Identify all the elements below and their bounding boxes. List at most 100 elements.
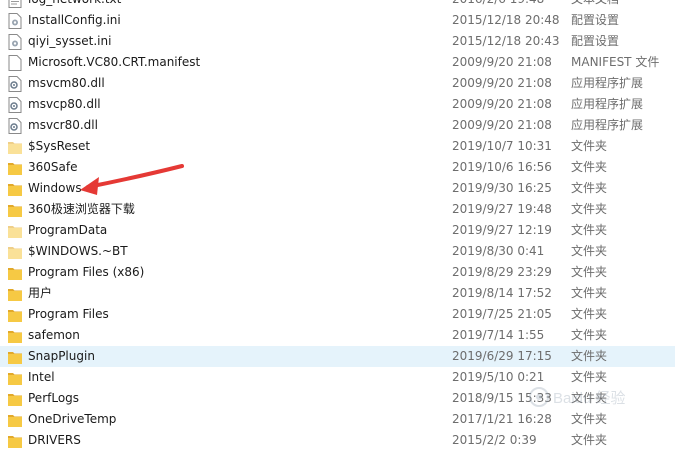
file-type: 文件夹 bbox=[571, 286, 608, 300]
file-date-modified: 2019/10/6 16:56 bbox=[452, 160, 552, 174]
file-date-modified: 2009/9/20 21:08 bbox=[452, 76, 552, 90]
file-row[interactable]: log_network.txt 2016/2/6 19:48 文本文档 bbox=[0, 0, 675, 10]
file-row[interactable]: safemon 2019/7/14 1:55 文件夹 bbox=[0, 325, 675, 346]
file-date-modified: 2019/10/7 10:31 bbox=[452, 139, 552, 153]
file-type: 文件夹 bbox=[571, 139, 608, 153]
file-name: safemon bbox=[28, 328, 80, 342]
file-name: InstallConfig.ini bbox=[28, 13, 121, 27]
file-type: 配置设置 bbox=[571, 34, 620, 48]
file-date-modified: 2015/2/2 0:39 bbox=[452, 433, 537, 447]
file-date-modified: 2019/8/14 17:52 bbox=[452, 286, 552, 300]
file-row[interactable]: $SysReset 2019/10/7 10:31 文件夹 bbox=[0, 136, 675, 157]
file-row[interactable]: qiyi_sysset.ini 2015/12/18 20:43 配置设置 bbox=[0, 31, 675, 52]
file-type: 文件夹 bbox=[571, 160, 608, 174]
text-file-icon bbox=[8, 0, 22, 8]
file-date-modified: 2019/7/14 1:55 bbox=[452, 328, 545, 342]
folder-icon bbox=[8, 307, 22, 323]
file-type: 应用程序扩展 bbox=[571, 97, 644, 111]
file-row[interactable]: Windows 2019/9/30 16:25 文件夹 bbox=[0, 178, 675, 199]
file-type: 应用程序扩展 bbox=[571, 76, 644, 90]
file-row[interactable]: msvcm80.dll 2009/9/20 21:08 应用程序扩展 bbox=[0, 73, 675, 94]
file-type: 文件夹 bbox=[571, 433, 608, 447]
file-row[interactable]: OneDriveTemp 2017/1/21 16:28 文件夹 bbox=[0, 409, 675, 430]
file-row[interactable]: Microsoft.VC80.CRT.manifest 2009/9/20 21:… bbox=[0, 52, 675, 73]
file-list: log_network.txt 2016/2/6 19:48 文本文档 Instal… bbox=[0, 0, 675, 451]
file-date-modified: 2015/12/18 20:48 bbox=[452, 13, 560, 27]
file-row[interactable]: 用户 2019/8/14 17:52 文件夹 bbox=[0, 283, 675, 304]
file-date-modified: 2019/6/29 17:15 bbox=[452, 349, 552, 363]
folder-icon bbox=[8, 433, 22, 449]
folder-icon bbox=[8, 412, 22, 428]
file-type: 文件夹 bbox=[571, 349, 608, 363]
folder-icon bbox=[8, 391, 22, 407]
file-name: msvcr80.dll bbox=[28, 118, 98, 132]
file-name: qiyi_sysset.ini bbox=[28, 34, 112, 48]
file-type: 文件夹 bbox=[571, 202, 608, 216]
file-row[interactable]: PerfLogs 2018/9/15 15:33 文件夹 bbox=[0, 388, 675, 409]
file-row[interactable]: 360Safe 2019/10/6 16:56 文件夹 bbox=[0, 157, 675, 178]
file-date-modified: 2009/9/20 21:08 bbox=[452, 118, 552, 132]
file-name: SnapPlugin bbox=[28, 349, 95, 363]
file-name: ProgramData bbox=[28, 223, 108, 237]
file-type: 配置设置 bbox=[571, 13, 620, 27]
file-name: 360Safe bbox=[28, 160, 78, 174]
file-name: Windows bbox=[28, 181, 82, 195]
file-row[interactable]: msvcr80.dll 2009/9/20 21:08 应用程序扩展 bbox=[0, 115, 675, 136]
file-row[interactable]: DRIVERS 2015/2/2 0:39 文件夹 bbox=[0, 430, 675, 451]
file-name: log_network.txt bbox=[28, 0, 121, 10]
file-name: $SysReset bbox=[28, 139, 91, 153]
file-row[interactable]: 360极速浏览器下载 2019/9/27 19:48 文件夹 bbox=[0, 199, 675, 220]
file-row[interactable]: InstallConfig.ini 2015/12/18 20:48 配置设置 bbox=[0, 10, 675, 31]
blank-file-icon bbox=[8, 55, 22, 71]
file-name: $WINDOWS.~BT bbox=[28, 244, 128, 258]
file-name: Program Files (x86) bbox=[28, 265, 145, 279]
folder-icon bbox=[8, 160, 22, 176]
file-name: DRIVERS bbox=[28, 433, 81, 447]
folder-hidden-icon bbox=[8, 244, 22, 260]
file-name: OneDriveTemp bbox=[28, 412, 117, 426]
folder-icon bbox=[8, 349, 22, 365]
folder-hidden-icon bbox=[8, 139, 22, 155]
file-type: 文件夹 bbox=[571, 328, 608, 342]
file-type: 应用程序扩展 bbox=[571, 118, 644, 132]
file-name: 360极速浏览器下载 bbox=[28, 202, 135, 216]
file-name: PerfLogs bbox=[28, 391, 80, 405]
file-row[interactable]: Program Files (x86) 2019/8/29 23:29 文件夹 bbox=[0, 262, 675, 283]
folder-hidden-icon bbox=[8, 223, 22, 239]
file-type: 文件夹 bbox=[571, 244, 608, 258]
file-date-modified: 2009/9/20 21:08 bbox=[452, 97, 552, 111]
file-date-modified: 2019/8/30 0:41 bbox=[452, 244, 545, 258]
dll-file-icon bbox=[8, 97, 22, 113]
file-name: msvcm80.dll bbox=[28, 76, 105, 90]
dll-file-icon bbox=[8, 76, 22, 92]
folder-icon bbox=[8, 265, 22, 281]
file-type: 文件夹 bbox=[571, 265, 608, 279]
file-row[interactable]: SnapPlugin 2019/6/29 17:15 文件夹 bbox=[0, 346, 675, 367]
folder-icon bbox=[8, 202, 22, 218]
file-row[interactable]: $WINDOWS.~BT 2019/8/30 0:41 文件夹 bbox=[0, 241, 675, 262]
file-date-modified: 2019/9/27 19:48 bbox=[452, 202, 552, 216]
ini-file-icon bbox=[8, 34, 22, 50]
file-row[interactable]: Intel 2019/5/10 0:21 文件夹 bbox=[0, 367, 675, 388]
file-date-modified: 2019/7/25 21:05 bbox=[452, 307, 552, 321]
ini-file-icon bbox=[8, 13, 22, 29]
file-name: 用户 bbox=[28, 286, 53, 300]
file-name: Microsoft.VC80.CRT.manifest bbox=[28, 55, 201, 69]
file-row[interactable]: Program Files 2019/7/25 21:05 文件夹 bbox=[0, 304, 675, 325]
folder-icon bbox=[8, 370, 22, 386]
file-name: msvcp80.dll bbox=[28, 97, 101, 111]
file-row[interactable]: ProgramData 2019/9/27 12:19 文件夹 bbox=[0, 220, 675, 241]
file-date-modified: 2019/5/10 0:21 bbox=[452, 370, 545, 384]
file-type: 文件夹 bbox=[571, 370, 608, 384]
file-date-modified: 2018/9/15 15:33 bbox=[452, 391, 552, 405]
file-date-modified: 2019/9/27 12:19 bbox=[452, 223, 552, 237]
dll-file-icon bbox=[8, 118, 22, 134]
file-type: MANIFEST 文件 bbox=[571, 55, 660, 69]
file-type: 文件夹 bbox=[571, 412, 608, 426]
file-date-modified: 2017/1/21 16:28 bbox=[452, 412, 552, 426]
file-date-modified: 2016/2/6 19:48 bbox=[452, 0, 544, 10]
file-date-modified: 2019/8/29 23:29 bbox=[452, 265, 552, 279]
file-type: 文件夹 bbox=[571, 223, 608, 237]
file-row[interactable]: msvcp80.dll 2009/9/20 21:08 应用程序扩展 bbox=[0, 94, 675, 115]
file-type: 文件夹 bbox=[571, 307, 608, 321]
